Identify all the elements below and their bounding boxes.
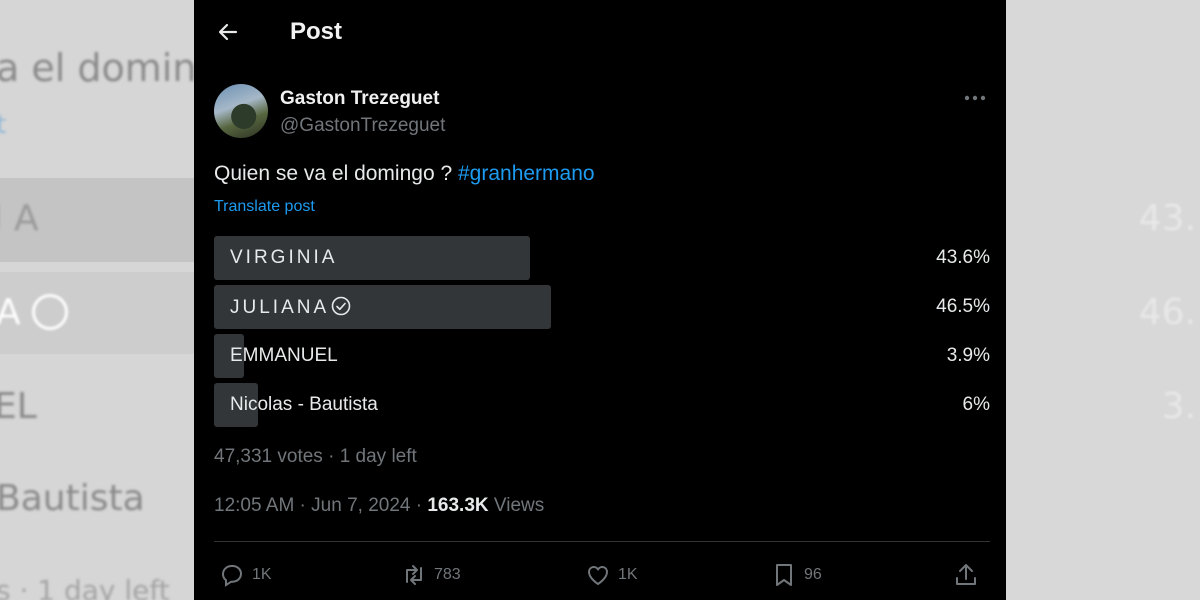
post-body: Quien se va el domingo ? bbox=[214, 162, 458, 185]
poll-option: JULIANA 46.5% bbox=[214, 285, 990, 329]
post-panel: Post Gaston Trezeguet @GastonTrezeguet Q… bbox=[194, 0, 1006, 600]
arrow-left-icon[interactable] bbox=[216, 20, 240, 44]
reply-count: 1K bbox=[252, 566, 272, 583]
share-button[interactable] bbox=[952, 560, 980, 590]
background-left: a el domin t I A A EL Bautista s · 1 day… bbox=[0, 0, 200, 600]
post-text: Quien se va el domingo ? #granhermano bbox=[214, 162, 595, 186]
background-text: s · 1 day left bbox=[0, 574, 170, 600]
background-right: 43. 46. 3. bbox=[1006, 0, 1200, 600]
views-count: 163.3K bbox=[427, 495, 489, 516]
author-name[interactable]: Gaston Trezeguet bbox=[280, 88, 439, 110]
background-text: A bbox=[0, 292, 69, 333]
poll-option-label: Nicolas - Bautista bbox=[230, 394, 378, 415]
poll-option-label: EMMANUEL bbox=[230, 345, 338, 366]
retweet-icon bbox=[406, 565, 422, 585]
post-timestamp: 12:05 AM · Jun 7, 2024 · 163.3K Views bbox=[214, 495, 544, 517]
background-text: t bbox=[0, 110, 7, 140]
post-time: 12:05 AM · Jun 7, 2024 · bbox=[214, 495, 428, 516]
like-count: 1K bbox=[618, 566, 638, 583]
bookmark-button[interactable]: 96 bbox=[770, 560, 822, 590]
bookmark-count: 96 bbox=[804, 566, 822, 583]
reply-button[interactable]: 1K bbox=[218, 560, 272, 590]
poll-option-label: VIRGINIA bbox=[230, 247, 338, 268]
reply-icon bbox=[221, 565, 243, 587]
header: Post bbox=[194, 0, 1006, 62]
like-button[interactable]: 1K bbox=[584, 560, 638, 590]
poll-option: Nicolas - Bautista 6% bbox=[214, 383, 990, 427]
poll-option: EMMANUEL 3.9% bbox=[214, 334, 990, 378]
retweet-button[interactable]: 783 bbox=[400, 560, 461, 590]
share-icon bbox=[956, 564, 976, 585]
background-text: EL bbox=[0, 386, 37, 427]
poll-option: VIRGINIA 43.6% bbox=[214, 236, 990, 280]
background-text: 3. bbox=[1161, 386, 1196, 427]
poll-option-percent: 43.6% bbox=[936, 247, 990, 268]
background-text: a el domin bbox=[0, 46, 197, 90]
avatar[interactable] bbox=[214, 84, 268, 138]
translate-post-link[interactable]: Translate post bbox=[214, 198, 315, 216]
more-options-icon[interactable] bbox=[962, 88, 988, 108]
heart-icon bbox=[588, 566, 608, 585]
poll-option-percent: 3.9% bbox=[946, 345, 990, 366]
retweet-count: 783 bbox=[434, 566, 461, 583]
background-text: 43. bbox=[1138, 198, 1196, 239]
poll-option-percent: 6% bbox=[962, 394, 990, 415]
background-text: I A bbox=[0, 198, 39, 239]
poll-option-label-wrap: JULIANA bbox=[230, 296, 351, 319]
views-label: Views bbox=[488, 495, 545, 516]
background-text: 46. bbox=[1138, 292, 1196, 333]
bookmark-icon bbox=[776, 564, 792, 586]
page-title: Post bbox=[290, 18, 343, 45]
divider bbox=[214, 541, 990, 542]
poll-meta: 47,331 votes · 1 day left bbox=[214, 446, 417, 467]
author-handle[interactable]: @GastonTrezeguet bbox=[280, 115, 445, 137]
check-circle-icon bbox=[331, 296, 351, 316]
poll-option-label: JULIANA bbox=[230, 297, 330, 318]
poll-option-percent: 46.5% bbox=[936, 296, 990, 317]
background-text: Bautista bbox=[0, 478, 145, 519]
hashtag-link[interactable]: #granhermano bbox=[458, 162, 595, 185]
